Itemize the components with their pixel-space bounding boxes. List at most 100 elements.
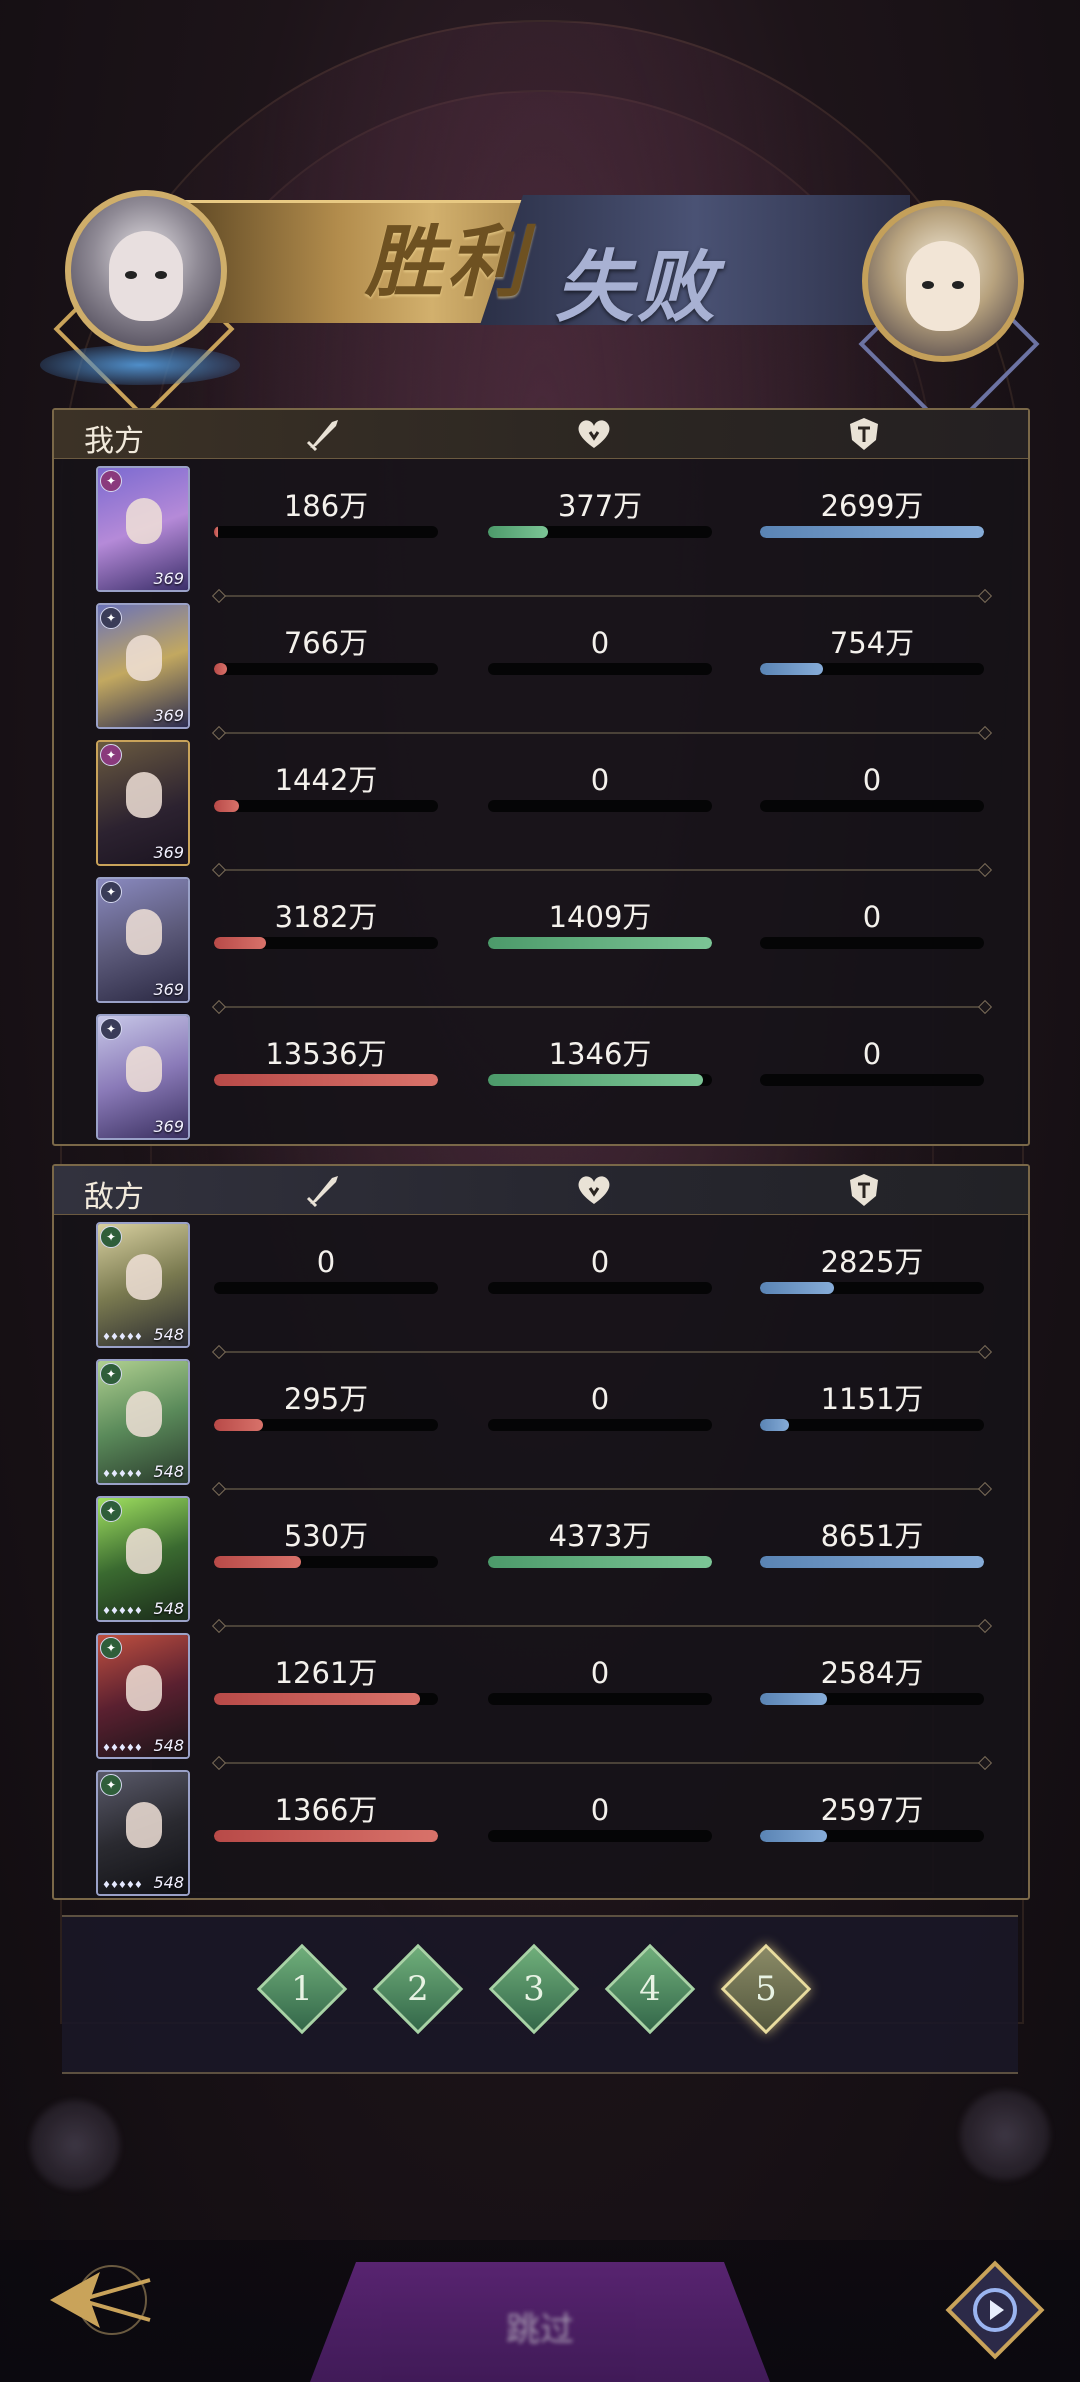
element-badge-icon: ✦ — [100, 1226, 122, 1248]
damage-taken-bar — [760, 937, 984, 949]
hero-face — [126, 635, 162, 681]
star-rank-icon: ♦♦♦♦♦ — [102, 1880, 143, 1891]
damage-taken-value: 8651万 — [820, 1519, 924, 1553]
damage-taken-bar-fill — [760, 1419, 790, 1431]
panel-header: 我方 — [54, 410, 1028, 459]
damage-taken-stat: 0 — [760, 762, 984, 812]
hero-level: 548 — [153, 1462, 184, 1481]
element-badge-icon: ✦ — [100, 881, 122, 903]
back-button[interactable] — [40, 2250, 160, 2350]
damage-bar — [214, 1830, 438, 1842]
damage-value: 0 — [316, 1245, 336, 1279]
damage-bar-fill — [214, 1074, 438, 1086]
round-tab-3[interactable]: 3 — [488, 1943, 580, 2035]
hero-card[interactable]: ✦ 369 — [96, 740, 190, 866]
row-divider — [220, 1762, 984, 1764]
damage-stat: 1261万 — [214, 1655, 438, 1705]
hero-stat-row: ✦ 369 13536万 1346万 0 — [54, 1010, 1028, 1148]
damage-bar — [214, 1693, 438, 1705]
heart-icon — [574, 416, 614, 452]
damage-value: 1261万 — [274, 1656, 378, 1690]
damage-bar — [214, 663, 438, 675]
hero-card[interactable]: ✦ ♦♦♦♦♦ 548 — [96, 1359, 190, 1485]
hero-level: 369 — [153, 980, 184, 999]
hero-card[interactable]: ✦ 369 — [96, 603, 190, 729]
round-tab-1[interactable]: 1 — [256, 1943, 348, 2035]
panel-header: 敌方 — [54, 1166, 1028, 1215]
damage-value: 295万 — [283, 1382, 369, 1416]
shield-icon — [844, 416, 884, 452]
star-rank-icon: ♦♦♦♦♦ — [102, 1469, 143, 1480]
my-team-panel: 我方 ✦ 369 186万 377万 2699万 ✦ 369 766万 0 754万 ✦ 369 1442… — [52, 408, 1030, 1146]
hero-stat-row: ✦ ♦♦♦♦♦ 548 295万 0 1151万 — [54, 1355, 1028, 1493]
damage-bar-fill — [214, 800, 239, 812]
damage-bar — [214, 1419, 438, 1431]
hero-face — [126, 1528, 162, 1574]
victory-text: 胜利 — [365, 217, 530, 308]
damage-taken-value: 2597万 — [820, 1793, 924, 1827]
skip-button[interactable]: 跳过 — [310, 2262, 770, 2382]
round-selector: 1 2 3 4 5 — [62, 1915, 1018, 2074]
damage-taken-stat: 2597万 — [760, 1792, 984, 1842]
hero-card[interactable]: ✦ 369 — [96, 1014, 190, 1140]
damage-taken-value: 2825万 — [820, 1245, 924, 1279]
damage-stat: 186万 — [214, 488, 438, 538]
damage-taken-stat: 0 — [760, 899, 984, 949]
hero-card[interactable]: ✦ ♦♦♦♦♦ 548 — [96, 1633, 190, 1759]
row-divider — [220, 732, 984, 734]
element-badge-icon: ✦ — [100, 744, 122, 766]
damage-taken-value: 1151万 — [820, 1382, 924, 1416]
damage-stat: 1366万 — [214, 1792, 438, 1842]
damage-value: 1442万 — [274, 763, 378, 797]
hero-level: 548 — [153, 1873, 184, 1892]
round-tab-2[interactable]: 2 — [372, 1943, 464, 2035]
damage-taken-bar — [760, 1556, 984, 1568]
hero-card[interactable]: ✦ ♦♦♦♦♦ 548 — [96, 1496, 190, 1622]
round-number: 1 — [291, 1969, 313, 2009]
side-ghost-icon-left — [30, 2100, 120, 2190]
damage-stat: 3182万 — [214, 899, 438, 949]
damage-taken-value: 0 — [862, 763, 882, 797]
row-divider — [220, 595, 984, 597]
damage-taken-bar — [760, 526, 984, 538]
hero-card[interactable]: ✦ ♦♦♦♦♦ 548 — [96, 1222, 190, 1348]
hero-card[interactable]: ✦ 369 — [96, 466, 190, 592]
damage-taken-bar-fill — [760, 1282, 834, 1294]
panel-title: 敌方 — [84, 1180, 144, 1215]
hero-level: 548 — [153, 1325, 184, 1344]
hero-face — [126, 1046, 162, 1092]
damage-taken-stat: 754万 — [760, 625, 984, 675]
hero-level: 369 — [153, 569, 184, 588]
damage-bar — [214, 1282, 438, 1294]
panel-title: 我方 — [84, 424, 144, 459]
hero-face — [126, 498, 162, 544]
damage-stat: 530万 — [214, 1518, 438, 1568]
damage-bar — [214, 800, 438, 812]
element-badge-icon: ✦ — [100, 1500, 122, 1522]
hero-stat-row: ✦ ♦♦♦♦♦ 548 530万 4373万 8651万 — [54, 1492, 1028, 1630]
replay-icon — [945, 2260, 1045, 2360]
round-tab-4[interactable]: 4 — [604, 1943, 696, 2035]
hero-face — [126, 1254, 162, 1300]
damage-taken-stat: 2584万 — [760, 1655, 984, 1705]
damage-stat: 0 — [214, 1244, 438, 1294]
hero-stat-row: ✦ 369 186万 377万 2699万 — [54, 462, 1028, 600]
hero-card[interactable]: ✦ 369 — [96, 877, 190, 1003]
element-badge-icon: ✦ — [100, 470, 122, 492]
replay-button[interactable] — [940, 2255, 1050, 2365]
hero-face — [126, 772, 162, 818]
healing-bar — [488, 1830, 712, 1842]
round-tab-5[interactable]: 5 — [720, 1943, 812, 2035]
player-avatar — [65, 190, 227, 352]
round-number: 3 — [523, 1969, 545, 2009]
row-divider — [220, 1625, 984, 1627]
damage-bar-fill — [214, 1556, 302, 1568]
hero-card[interactable]: ✦ ♦♦♦♦♦ 548 — [96, 1770, 190, 1896]
healing-bar-fill — [488, 526, 549, 538]
hero-level: 548 — [153, 1599, 184, 1618]
row-divider — [220, 1351, 984, 1353]
damage-value: 766万 — [283, 626, 369, 660]
healing-bar — [488, 1693, 712, 1705]
hero-stat-row: ✦ 369 3182万 1409万 0 — [54, 873, 1028, 1011]
healing-stat: 0 — [488, 1655, 712, 1705]
